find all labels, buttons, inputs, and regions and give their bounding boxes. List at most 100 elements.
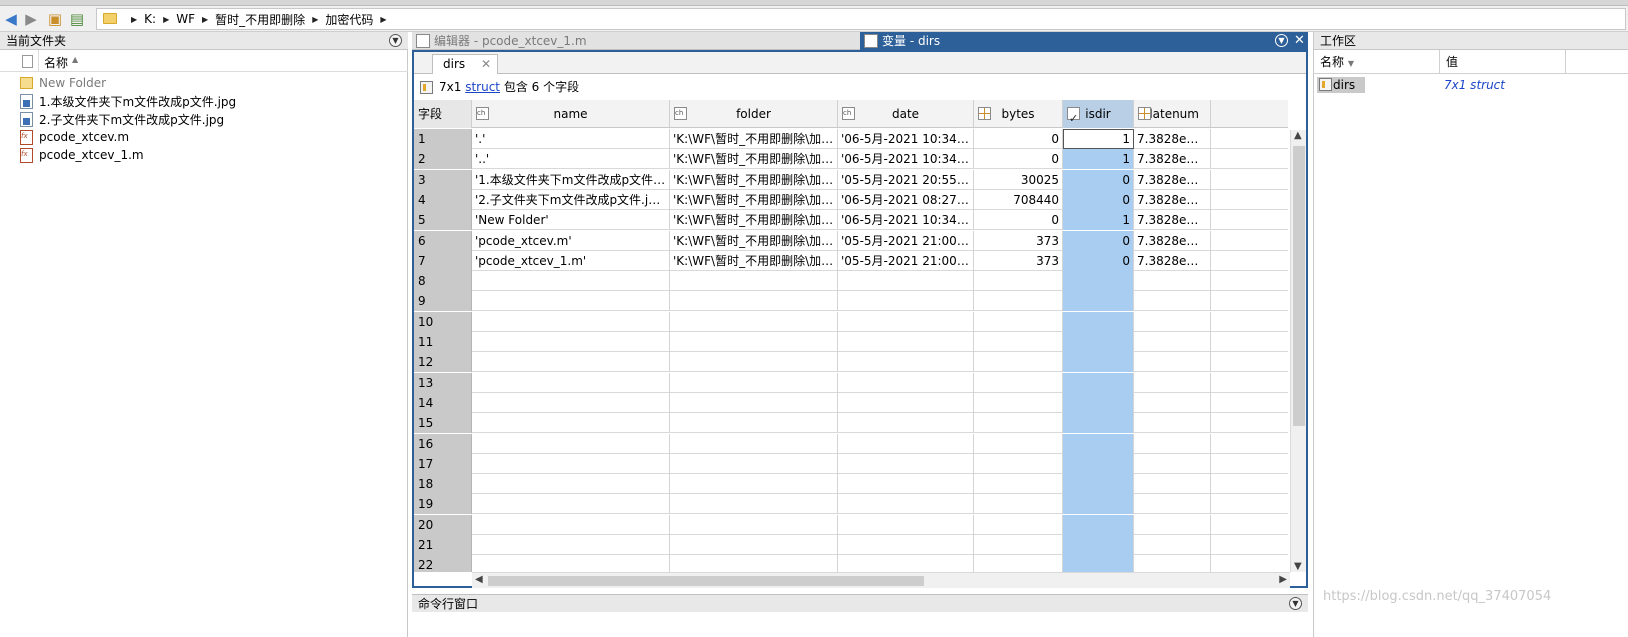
cell-name[interactable]: '1.本级文件夹下m文件改成p文件.jpg': [472, 169, 670, 190]
cell-date[interactable]: [838, 474, 974, 495]
table-row[interactable]: 3'1.本级文件夹下m文件改成p文件.jpg' 'K:\WF\暂时_不用即删除\加…: [414, 169, 1288, 190]
cell-datenum[interactable]: 7.3828e+05: [1134, 210, 1211, 231]
close-tab-icon[interactable]: ✕: [481, 55, 491, 73]
cell-name[interactable]: [472, 413, 670, 434]
cell-isdir[interactable]: [1063, 413, 1134, 434]
breadcrumb-item[interactable]: WF: [173, 12, 198, 26]
column-header-date[interactable]: date: [838, 100, 974, 128]
cell-name[interactable]: [472, 494, 670, 515]
breadcrumb-item[interactable]: 暂时_不用即删除: [212, 11, 308, 28]
scroll-up-icon[interactable]: ▲: [1294, 130, 1302, 141]
row-number[interactable]: 2: [414, 149, 472, 170]
cell-datenum[interactable]: 7.3828e+05: [1134, 169, 1211, 190]
cell-isdir[interactable]: 1: [1063, 149, 1134, 170]
cell-bytes[interactable]: [974, 494, 1063, 515]
cell-bytes[interactable]: 373: [974, 250, 1063, 271]
table-row[interactable]: 16: [414, 433, 1288, 454]
table-row[interactable]: 11: [414, 332, 1288, 352]
cell-name[interactable]: [472, 332, 670, 352]
cell-datenum[interactable]: [1134, 494, 1211, 515]
cell-datenum[interactable]: 7.3828e+05: [1134, 149, 1211, 170]
cell-date[interactable]: [838, 453, 974, 474]
table-row[interactable]: 6'pcode_xtcev.m' 'K:\WF\暂时_不用即删除\加密... '05…: [414, 230, 1288, 251]
cell-folder[interactable]: [670, 494, 838, 515]
tab-menu-icon[interactable]: ▼: [1275, 34, 1288, 47]
row-number[interactable]: 20: [414, 514, 472, 535]
table-row[interactable]: 2 '..' 'K:\WF\暂时_不用即删除\加密... '06-5月-2021 10…: [414, 149, 1288, 170]
cell-folder[interactable]: [670, 372, 838, 393]
file-item[interactable]: 2.子文件夹下m文件改成p文件.jpg: [20, 110, 224, 128]
vertical-scrollbar[interactable]: ▲ ▼: [1290, 130, 1306, 572]
table-row[interactable]: 10: [414, 311, 1288, 332]
cell-bytes[interactable]: [974, 271, 1063, 292]
cell-date[interactable]: '05-5月-2021 20:55:15': [838, 169, 974, 190]
cell-bytes[interactable]: 0: [974, 149, 1063, 170]
scroll-down-icon[interactable]: ▼: [1294, 561, 1302, 572]
cell-bytes[interactable]: [974, 332, 1063, 352]
cell-isdir[interactable]: [1063, 271, 1134, 292]
row-number[interactable]: 10: [414, 311, 472, 332]
row-number[interactable]: 18: [414, 474, 472, 495]
table-row[interactable]: 5 'New Folder' 'K:\WF\暂时_不用即删除\加密... '06-5月…: [414, 210, 1288, 231]
tab-editor[interactable]: 编辑器 - pcode_xtcev_1.m: [412, 32, 860, 50]
table-row[interactable]: 14: [414, 392, 1288, 413]
cell-name[interactable]: [472, 474, 670, 495]
cell-date[interactable]: [838, 372, 974, 393]
row-number[interactable]: 19: [414, 494, 472, 515]
cell-folder[interactable]: [670, 291, 838, 312]
cell-isdir[interactable]: [1063, 392, 1134, 413]
horizontal-scrollbar[interactable]: ◀ ▶: [472, 572, 1290, 588]
cell-bytes[interactable]: [974, 352, 1063, 373]
cell-date[interactable]: '06-5月-2021 10:34:51': [838, 149, 974, 170]
cell-folder[interactable]: 'K:\WF\暂时_不用即删除\加密...: [670, 189, 838, 210]
cell-bytes[interactable]: [974, 311, 1063, 332]
command-menu-icon[interactable]: ▼: [1289, 597, 1302, 610]
cell-bytes[interactable]: 373: [974, 230, 1063, 251]
row-number[interactable]: 16: [414, 433, 472, 454]
cell-date[interactable]: [838, 433, 974, 454]
cell-isdir[interactable]: [1063, 474, 1134, 495]
cell-date[interactable]: '06-5月-2021 08:27:39': [838, 189, 974, 210]
cell-datenum[interactable]: [1134, 372, 1211, 393]
cell-name[interactable]: [472, 433, 670, 454]
cell-folder[interactable]: 'K:\WF\暂时_不用即删除\加密...: [670, 129, 838, 149]
cell-folder[interactable]: [670, 413, 838, 434]
column-header-folder[interactable]: folder: [670, 100, 838, 128]
cell-date[interactable]: [838, 392, 974, 413]
cell-folder[interactable]: 'K:\WF\暂时_不用即删除\加密...: [670, 169, 838, 190]
file-list-header[interactable]: 名称 ▲: [0, 50, 408, 72]
browse-folder-icon[interactable]: ▤: [68, 10, 86, 28]
cell-name[interactable]: [472, 535, 670, 555]
cell-datenum[interactable]: [1134, 555, 1211, 572]
cell-date[interactable]: [838, 311, 974, 332]
row-number[interactable]: 5: [414, 210, 472, 231]
breadcrumb-separator-icon[interactable]: ▶: [159, 15, 173, 24]
cell-name[interactable]: 'pcode_xtcev.m': [472, 230, 670, 251]
cell-date[interactable]: [838, 413, 974, 434]
table-row[interactable]: 22: [414, 555, 1288, 572]
address-field[interactable]: ▶ K: ▶ WF ▶ 暂时_不用即删除 ▶ 加密代码 ▶: [96, 8, 1626, 30]
cell-datenum[interactable]: [1134, 392, 1211, 413]
cell-folder[interactable]: 'K:\WF\暂时_不用即删除\加密...: [670, 250, 838, 271]
cell-folder[interactable]: [670, 453, 838, 474]
cell-datenum[interactable]: 7.3828e+05: [1134, 230, 1211, 251]
cell-datenum[interactable]: [1134, 413, 1211, 434]
row-number[interactable]: 3: [414, 169, 472, 190]
cell-name[interactable]: [472, 555, 670, 572]
ws-name-header[interactable]: 名称 ▼: [1314, 50, 1440, 74]
cell-date[interactable]: [838, 514, 974, 535]
cell-datenum[interactable]: [1134, 433, 1211, 454]
cell-isdir[interactable]: [1063, 311, 1134, 332]
cell-folder[interactable]: [670, 535, 838, 555]
breadcrumb-item[interactable]: K:: [141, 12, 159, 26]
cell-folder[interactable]: [670, 332, 838, 352]
cell-isdir[interactable]: 1: [1063, 210, 1134, 231]
file-item[interactable]: pcode_xtcev_1.m: [20, 146, 144, 164]
cell-bytes[interactable]: 708440: [974, 189, 1063, 210]
cell-date[interactable]: [838, 332, 974, 352]
cell-folder[interactable]: 'K:\WF\暂时_不用即删除\加密...: [670, 210, 838, 231]
row-number[interactable]: 12: [414, 352, 472, 373]
row-number[interactable]: 22: [414, 555, 472, 572]
breadcrumb-item[interactable]: 加密代码: [322, 11, 376, 28]
row-number[interactable]: 13: [414, 372, 472, 393]
